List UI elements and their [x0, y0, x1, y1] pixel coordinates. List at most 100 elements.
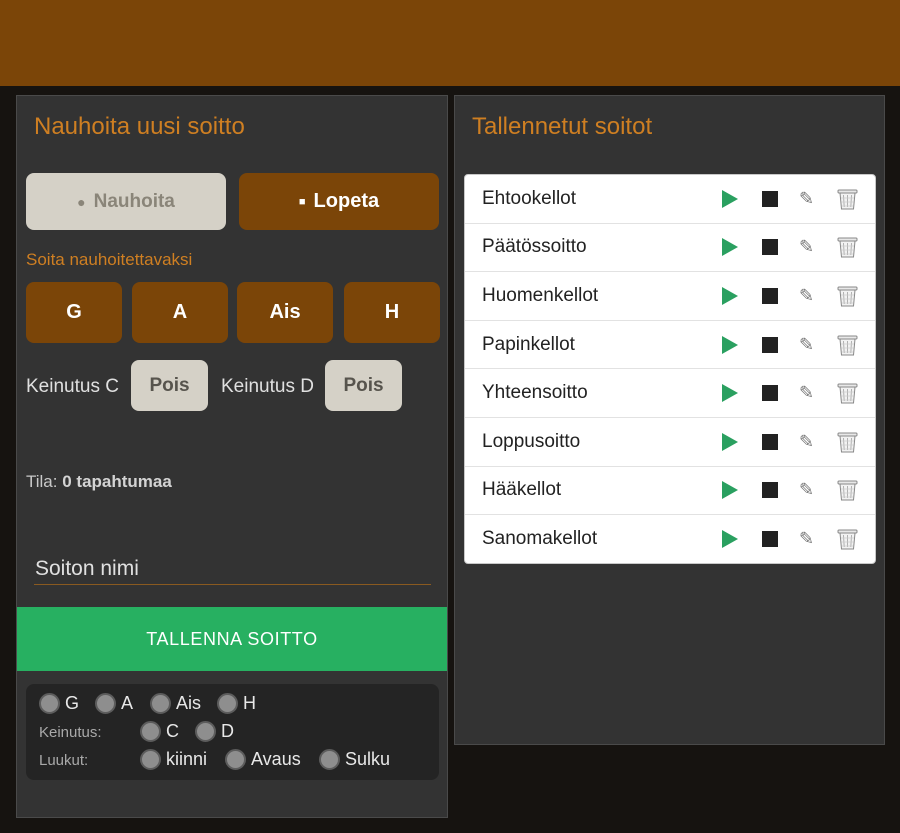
- saved-recordings-panel: Tallennetut soitot Ehtookellot ✎ Päätössoi…: [454, 95, 885, 745]
- recording-row: Hääkellot ✎: [465, 467, 875, 516]
- swing-c-label: Keinutus C: [26, 376, 119, 397]
- indicator-hatch-closing: Sulku: [319, 749, 390, 770]
- indicator-light: [217, 693, 238, 714]
- indicator-light: [225, 749, 246, 770]
- recording-name: Loppusoitto: [482, 430, 581, 452]
- play-icon[interactable]: [722, 384, 738, 403]
- indicator-light: [140, 721, 161, 742]
- stop-icon[interactable]: [762, 336, 778, 353]
- stop-icon[interactable]: [762, 385, 778, 402]
- play-icon[interactable]: [722, 286, 738, 305]
- status-value: 0 tapahtumaa: [62, 472, 172, 491]
- recording-row: Papinkellot ✎: [465, 321, 875, 370]
- indicator-light: [140, 749, 161, 770]
- pencil-icon[interactable]: ✎: [799, 480, 814, 501]
- indicator-swing-d: D: [195, 721, 234, 742]
- pencil-icon[interactable]: ✎: [799, 431, 814, 452]
- indicator-light: [39, 693, 60, 714]
- recording-name-input[interactable]: [34, 553, 431, 585]
- play-icon[interactable]: [722, 189, 738, 208]
- status-text: Tila: 0 tapahtumaa: [26, 472, 172, 492]
- bell-button-g[interactable]: G: [26, 282, 122, 343]
- stop-button-label: Lopeta: [313, 190, 380, 212]
- pencil-icon[interactable]: ✎: [799, 383, 814, 404]
- indicator-label: C: [166, 721, 179, 741]
- trash-icon[interactable]: [837, 334, 858, 356]
- indicator-label: Ais: [176, 693, 202, 713]
- indicator-light: [195, 721, 216, 742]
- play-icon[interactable]: [722, 238, 738, 257]
- recording-name: Päätössoitto: [482, 236, 587, 258]
- dot-icon: ●: [77, 193, 86, 210]
- recording-name: Huomenkellot: [482, 284, 599, 306]
- recording-row: Ehtookellot ✎: [465, 175, 875, 224]
- bell-button-a[interactable]: A: [132, 282, 228, 343]
- recording-row: Päätössoitto ✎: [465, 224, 875, 273]
- swing-d-toggle[interactable]: Pois: [325, 360, 402, 411]
- indicator-label: H: [243, 693, 256, 713]
- trash-icon[interactable]: [837, 285, 858, 307]
- stop-icon[interactable]: [762, 239, 778, 256]
- recording-name: Hääkellot: [482, 479, 562, 501]
- indicator-light: [150, 693, 171, 714]
- stop-icon[interactable]: [762, 190, 778, 207]
- play-icon[interactable]: [722, 530, 738, 549]
- recording-row: Sanomakellot ✎: [465, 515, 875, 564]
- hatches-indicator-label: Luukut:: [39, 752, 89, 769]
- swing-c-toggle[interactable]: Pois: [131, 360, 208, 411]
- indicator-label: A: [121, 693, 134, 713]
- indicator-light: [319, 749, 340, 770]
- play-icon[interactable]: [722, 481, 738, 500]
- indicator-swing-c: C: [140, 721, 179, 742]
- trash-icon[interactable]: [837, 431, 858, 453]
- recording-row: Huomenkellot ✎: [465, 272, 875, 321]
- pencil-icon[interactable]: ✎: [799, 188, 814, 209]
- stop-icon[interactable]: [762, 531, 778, 548]
- record-button-label: Nauhoita: [93, 190, 175, 212]
- pencil-icon[interactable]: ✎: [799, 334, 814, 355]
- trash-icon[interactable]: [837, 188, 858, 210]
- bell-button-h[interactable]: H: [344, 282, 440, 343]
- recording-name: Yhteensoitto: [482, 382, 588, 404]
- play-icon[interactable]: [722, 432, 738, 451]
- indicator-label: Avaus: [251, 749, 301, 769]
- stop-icon[interactable]: [762, 287, 778, 304]
- indicator-label: Sulku: [345, 749, 391, 769]
- recording-name: Sanomakellot: [482, 528, 598, 550]
- stop-button[interactable]: ■ Lopeta: [239, 173, 439, 230]
- trash-icon[interactable]: [837, 382, 858, 404]
- bell-button-ais[interactable]: Ais: [237, 282, 333, 343]
- record-panel: Nauhoita uusi soitto ● Nauhoita ■ Lopeta…: [16, 95, 448, 818]
- recording-name: Papinkellot: [482, 333, 575, 355]
- pencil-icon[interactable]: ✎: [799, 529, 814, 550]
- trash-icon[interactable]: [837, 479, 858, 501]
- status-label: Tila:: [26, 472, 58, 491]
- top-bar: [0, 0, 900, 86]
- record-panel-title: Nauhoita uusi soitto: [34, 113, 245, 140]
- pencil-icon[interactable]: ✎: [799, 237, 814, 258]
- indicator-bell-a: A: [95, 693, 133, 714]
- saved-panel-title: Tallennetut soitot: [472, 113, 653, 140]
- trash-icon[interactable]: [837, 528, 858, 550]
- stop-icon[interactable]: [762, 482, 778, 499]
- trash-icon[interactable]: [837, 236, 858, 258]
- stop-icon[interactable]: [762, 433, 778, 450]
- indicator-hatch-opening: Avaus: [225, 749, 301, 770]
- square-icon: ■: [298, 195, 306, 208]
- indicator-bell-ais: Ais: [150, 693, 201, 714]
- indicator-bell-g: G: [39, 693, 79, 714]
- recording-row: Loppusoitto ✎: [465, 418, 875, 467]
- play-icon[interactable]: [722, 335, 738, 354]
- play-section-label: Soita nauhoitettavaksi: [26, 250, 193, 269]
- recording-row: Yhteensoitto ✎: [465, 369, 875, 418]
- indicator-bell-h: H: [217, 693, 256, 714]
- pencil-icon[interactable]: ✎: [799, 285, 814, 306]
- save-recording-button[interactable]: TALLENNA SOITTO: [17, 607, 447, 671]
- indicator-label: D: [221, 721, 234, 741]
- swing-d-label: Keinutus D: [221, 376, 314, 397]
- record-button[interactable]: ● Nauhoita: [26, 173, 226, 230]
- indicator-box: G A Ais H Keinutus: C D Luukut: kiinni A…: [26, 684, 439, 780]
- indicator-label: G: [65, 693, 80, 713]
- recordings-list: Ehtookellot ✎ Päätössoitto ✎ Huomenkellot ✎ Pa…: [464, 174, 876, 564]
- indicator-light: [95, 693, 116, 714]
